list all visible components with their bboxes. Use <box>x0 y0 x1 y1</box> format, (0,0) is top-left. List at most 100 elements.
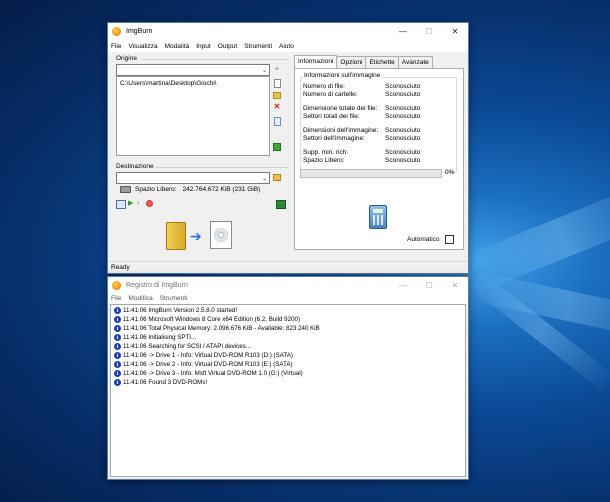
arrow-right-icon: ➔ <box>190 228 202 244</box>
log-menubar: File Modifica Strumenti <box>108 292 468 304</box>
info-value-total-file-sectors: Sconosciuto <box>385 113 421 120</box>
log-menu-modifica[interactable]: Modifica <box>128 295 152 302</box>
info-icon: i <box>114 307 121 314</box>
info-icon: i <box>114 334 121 341</box>
log-line-text: 11:41:06 Searching for SCSI / ATAPI devi… <box>123 343 251 350</box>
log-line: i 11:41:06 ImgBurn Version 2.5.8.0 starte… <box>114 307 237 314</box>
menu-aiuto[interactable]: Aiuto <box>279 43 294 50</box>
info-icon: i <box>114 316 121 323</box>
info-label-total-file-sectors: Settori totali dei file: <box>303 113 360 120</box>
log-line-text: 11:41:06 -> Drive 3 - Info: Msft Virtual… <box>123 370 303 377</box>
origine-file-list[interactable]: C:\Users\martina\Desktop\Giochi\ <box>116 76 270 156</box>
tab-informazioni[interactable]: Informazioni <box>294 55 338 68</box>
log-menu-strumenti[interactable]: Strumenti <box>160 295 188 302</box>
close-button[interactable]: ✕ <box>442 23 468 40</box>
menu-file[interactable]: File <box>111 43 121 50</box>
log-line: i 11:41:06 Microsoft Windows 8 Core x64 E… <box>114 316 300 323</box>
info-value-free-space: Sconosciuto <box>385 157 421 164</box>
free-space-label: Spazio Libero: <box>135 186 177 193</box>
main-window-title: ImgBurn <box>126 28 153 35</box>
info-label-image-sectors: Settori dell'immagine: <box>303 135 365 142</box>
info-value-file-count: Sconosciuto <box>385 83 421 90</box>
imgburn-app-icon <box>112 281 121 290</box>
chevron-down-icon[interactable]: ⌄ <box>260 65 269 75</box>
imgburn-app-icon <box>112 27 121 36</box>
log-line-text: 11:41:06 Found 3 DVD-ROMs! <box>123 379 208 386</box>
image-info-legend: Informazioni sull'immagine <box>303 72 382 79</box>
clear-icon[interactable] <box>273 116 281 126</box>
log-line: i 11:41:06 Searching for SCSI / ATAPI dev… <box>114 343 251 350</box>
browse-destination-icon[interactable] <box>273 173 281 181</box>
automatico-label: Automatico <box>407 236 440 243</box>
log-line-text: 11:41:06 Microsoft Windows 8 Core x64 Ed… <box>123 316 301 323</box>
chevron-down-icon[interactable]: ⌄ <box>260 173 269 183</box>
calculator-icon[interactable] <box>369 205 387 229</box>
build-action-button[interactable]: ➔ <box>166 219 236 253</box>
log-line-text: 11:41:06 -> Drive 2 - Info: Virtual DVD-… <box>123 361 293 368</box>
log-line: i 11:41:06 Total Physical Memory: 2.096.6… <box>114 325 320 332</box>
step-icon[interactable]: › <box>137 200 145 207</box>
menu-input[interactable]: Input <box>196 43 210 50</box>
info-label-file-count: Numero di file: <box>303 83 345 90</box>
log-window-title: Registro di ImgBurn <box>126 282 188 289</box>
origine-label: Origine <box>116 55 137 62</box>
info-label-folder-count: Numero di cartelle: <box>303 91 358 98</box>
info-value-min-media: Sconosciuto <box>385 149 421 156</box>
menu-modalita[interactable]: Modalità <box>165 43 190 50</box>
info-label-min-media: Supp. min. rich: <box>303 149 349 156</box>
log-line-text: 11:41:06 -> Drive 1 - Info: Virtual DVD-… <box>123 352 293 359</box>
log-line: i 11:41:06 -> Drive 2 - Info: Virtual DVD… <box>114 361 293 368</box>
hard-disk-icon <box>120 186 131 193</box>
folder-icon <box>166 222 186 250</box>
imgburn-log-window: Registro di ImgBurn — ☐ ✕ File Modifica … <box>107 276 469 480</box>
log-menu-file[interactable]: File <box>111 295 121 302</box>
log-text-area[interactable]: i 11:41:06 ImgBurn Version 2.5.8.0 starte… <box>110 304 466 477</box>
add-icon[interactable]: + <box>273 65 281 73</box>
log-line: i 11:41:06 Found 3 DVD-ROMs! <box>114 379 207 386</box>
menu-visualizza[interactable]: Visualizza <box>128 43 157 50</box>
info-icon: i <box>114 361 121 368</box>
maximize-button[interactable]: ☐ <box>416 23 442 40</box>
menu-output[interactable]: Output <box>218 43 238 50</box>
build-progress-percent: 0% <box>445 169 455 176</box>
info-icon: i <box>114 352 121 359</box>
main-titlebar[interactable]: ImgBurn — ☐ ✕ <box>108 23 468 40</box>
origine-combo[interactable]: ⌄ <box>116 64 270 76</box>
info-label-image-size: Dimensioni dell'immagine: <box>303 127 379 134</box>
play-icon[interactable]: ▶ <box>128 200 136 207</box>
destinazione-combo[interactable]: ⌄ <box>116 172 270 184</box>
info-icon: i <box>114 379 121 386</box>
free-space-value: 242.764.672 KiB (231 GiB) <box>182 186 261 193</box>
minimize-button[interactable]: — <box>390 23 416 40</box>
log-line: i 11:41:06 -> Drive 1 - Info: Virtual DVD… <box>114 352 293 359</box>
log-line: i 11:41:06 -> Drive 3 - Info: Msft Virtua… <box>114 370 303 377</box>
calculate-icon[interactable] <box>273 143 281 151</box>
origine-separator <box>142 59 288 60</box>
automatico-checkbox[interactable] <box>444 235 454 244</box>
disc-icon <box>214 228 228 242</box>
info-icon: i <box>114 343 121 350</box>
informazioni-panel: Informazioni sull'immagine Numero di fil… <box>294 68 464 250</box>
imgburn-main-window: ImgBurn — ☐ ✕ File Visualizza Modalità I… <box>107 22 469 274</box>
log-icon[interactable] <box>276 200 286 209</box>
menu-strumenti[interactable]: Strumenti <box>244 43 272 50</box>
info-value-image-size: Sconosciuto <box>385 127 421 134</box>
browse-file-icon[interactable] <box>273 78 281 88</box>
view-icon[interactable] <box>116 200 126 209</box>
info-label-total-file-size: Dimensione totale dei file: <box>303 105 378 112</box>
info-label-free-space: Spazio Libero: <box>303 157 345 164</box>
log-line-text: 11:41:06 Total Physical Memory: 2.096.67… <box>123 325 320 332</box>
log-line-text: 11:41:06 ImgBurn Version 2.5.8.0 started… <box>123 307 238 314</box>
info-value-image-sectors: Sconosciuto <box>385 135 421 142</box>
delete-icon[interactable]: ✕ <box>273 103 281 111</box>
free-space-row: Spazio Libero: 242.764.672 KiB (231 GiB) <box>120 186 260 193</box>
status-bar: Ready <box>108 261 468 273</box>
main-menubar: File Visualizza Modalità Input Output St… <box>108 40 468 52</box>
origine-path-entry[interactable]: C:\Users\martina\Desktop\Giochi\ <box>120 80 216 87</box>
info-icon: i <box>114 370 121 377</box>
destinazione-separator <box>156 167 288 168</box>
globe-icon[interactable] <box>146 200 153 207</box>
info-value-folder-count: Sconosciuto <box>385 91 421 98</box>
browse-folder-icon[interactable] <box>273 91 281 99</box>
info-value-total-file-size: Sconosciuto <box>385 105 421 112</box>
